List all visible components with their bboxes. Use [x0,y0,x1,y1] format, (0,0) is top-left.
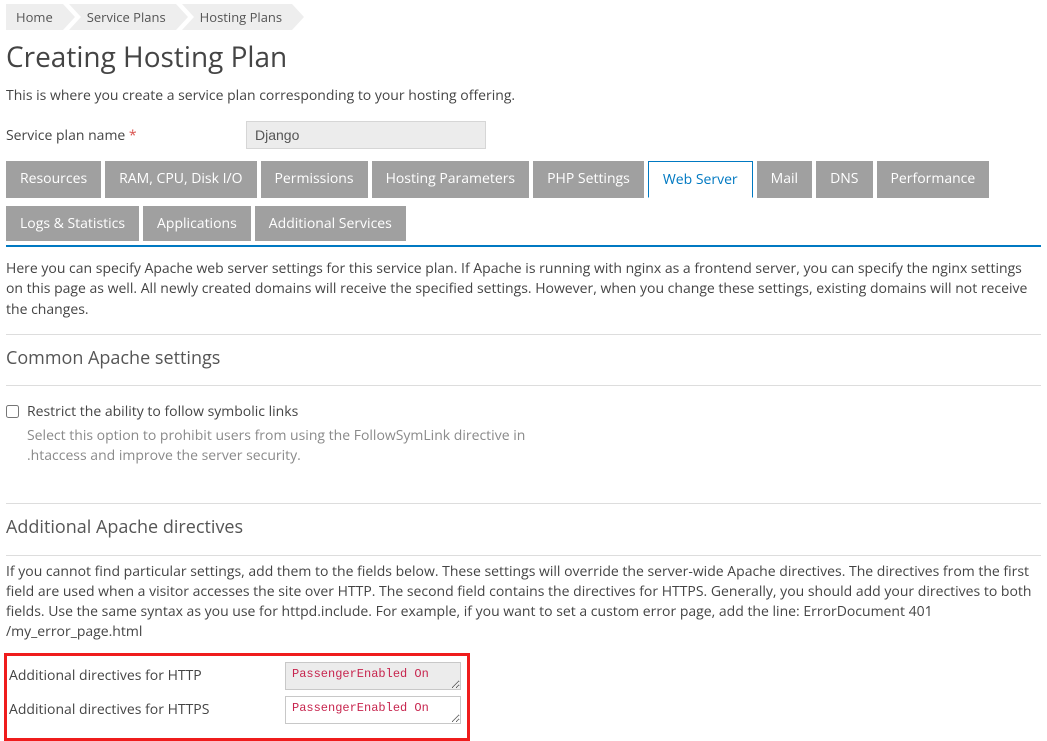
breadcrumb-hosting-plans[interactable]: Hosting Plans [182,4,292,30]
tab-resources[interactable]: Resources [6,161,101,198]
http-directives-textarea[interactable]: PassengerEnabled On [285,662,461,690]
page-description: This is where you create a service plan … [6,86,1047,105]
restrict-symlinks-checkbox[interactable] [6,405,19,418]
tab-additional-services[interactable]: Additional Services [255,206,406,241]
plan-name-row: Service plan name * [6,121,1047,149]
restrict-symlinks-help: Select this option to prohibit users fro… [27,426,587,465]
divider [6,385,1041,386]
https-directives-label: Additional directives for HTTPS [9,696,285,720]
tab-php-settings[interactable]: PHP Settings [533,161,644,198]
breadcrumb: Home Service Plans Hosting Plans [6,4,1047,30]
divider [6,503,1041,504]
restrict-symlinks-label: Restrict the ability to follow symbolic … [27,402,298,422]
page-title: Creating Hosting Plan [6,38,1047,76]
additional-directives-desc: If you cannot find particular settings, … [6,562,1041,643]
breadcrumb-service-plans[interactable]: Service Plans [69,4,176,30]
additional-directives-title: Additional Apache directives [6,514,1041,540]
tab-hosting-parameters[interactable]: Hosting Parameters [372,161,530,198]
directives-highlight-box: Additional directives for HTTP Passenger… [4,653,470,741]
divider [6,334,1041,335]
tab-logs-statistics[interactable]: Logs & Statistics [6,206,139,241]
tab-permissions[interactable]: Permissions [261,161,368,198]
tab-mail[interactable]: Mail [757,161,812,198]
required-star-icon: * [129,126,137,145]
tab-bar: Resources RAM, CPU, Disk I/O Permissions… [6,161,1041,247]
divider [6,555,1041,556]
web-server-tab-content: Here you can specify Apache web server s… [0,249,1047,741]
tab-dns[interactable]: DNS [816,161,872,198]
tab-applications[interactable]: Applications [143,206,251,241]
https-directives-textarea[interactable]: PassengerEnabled On [285,696,461,724]
web-server-intro: Here you can specify Apache web server s… [6,259,1041,320]
tab-performance[interactable]: Performance [877,161,990,198]
tab-ram-cpu-disk[interactable]: RAM, CPU, Disk I/O [105,161,256,198]
tab-web-server[interactable]: Web Server [648,161,753,198]
common-apache-title: Common Apache settings [6,345,1041,371]
breadcrumb-home[interactable]: Home [6,4,63,30]
plan-name-label-text: Service plan name [6,126,125,145]
plan-name-input[interactable] [246,121,486,149]
http-directives-label: Additional directives for HTTP [9,662,285,686]
plan-name-label: Service plan name * [6,126,246,145]
